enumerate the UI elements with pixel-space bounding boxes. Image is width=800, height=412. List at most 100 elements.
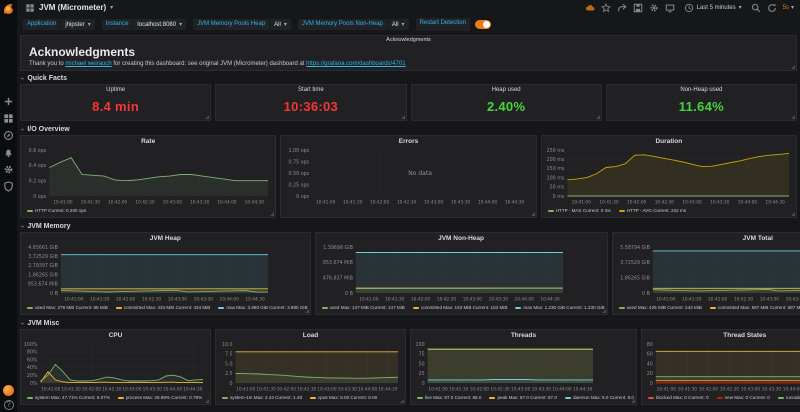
restart-detection-toggle[interactable] [475, 20, 491, 29]
legend-item[interactable]: new Max: 0 Current: 0 [717, 395, 770, 400]
legend-item[interactable]: daemon Max: 9.0 Current: 8.0 [565, 395, 634, 400]
panel-title[interactable]: Errors [283, 137, 533, 146]
panel-acknowledgments: Acknowledgments Acknowledgments Thank yo… [20, 35, 797, 71]
svg-text:0.50 ops: 0.50 ops [289, 171, 310, 177]
cycle-view-icon[interactable] [665, 3, 675, 13]
legend-item[interactable]: used Max: 278 MiB Current: 95 MiB [27, 305, 108, 310]
jvm-total-chart[interactable]: 0 B1.86265 GiB3.72529 GiB5.58794 GiB10:4… [615, 243, 800, 303]
time-picker[interactable]: Last 5 minutes ▾ [681, 2, 745, 14]
duration-chart[interactable]: 0 ms50 ms100 ms150 ms200 ms250 ms10:41:0… [544, 146, 794, 206]
svg-text:10:44:30: 10:44:30 [245, 200, 265, 206]
legend-item[interactable]: HTTP - MAX Current: 0 ms [548, 208, 611, 213]
variable-label: JVM Memory Pools Non-Heap [298, 19, 387, 30]
legend-item[interactable]: live Max: 87.0 Current: 86.0 [417, 395, 481, 400]
row-quick-facts[interactable]: › Quick Facts [21, 73, 797, 83]
panel-title[interactable]: Start time [298, 87, 324, 93]
panel-title[interactable]: Load [218, 331, 403, 340]
variable-jvm-memory-pools-non-heap[interactable]: JVM Memory Pools Non-Heap All▾ [298, 19, 409, 30]
dashboards-icon[interactable] [3, 113, 14, 124]
grafana-logo[interactable] [2, 2, 15, 15]
panel-title[interactable]: Duration [544, 137, 794, 146]
legend-item[interactable]: blocked Max: 0 Current: 0 [648, 395, 709, 400]
share-icon[interactable] [617, 3, 627, 13]
variable-jvm-memory-pools-heap[interactable]: JVM Memory Pools Heap All▾ [193, 19, 291, 30]
alerting-icon[interactable] [3, 147, 14, 158]
legend-item[interactable]: system-1m Max: 2.43 Current: 1.48 [222, 395, 302, 400]
panel-title[interactable]: Thread States [644, 331, 800, 340]
svg-text:10:43:30: 10:43:30 [488, 297, 508, 303]
svg-text:25: 25 [419, 371, 425, 377]
svg-text:10:42:30: 10:42:30 [436, 297, 456, 303]
row-jvm-misc[interactable]: › JVM Misc [21, 318, 797, 328]
panel-title[interactable]: Uptime [106, 87, 125, 93]
panel-title[interactable]: CPU [23, 331, 208, 340]
settings-gear-icon[interactable] [649, 3, 659, 13]
star-icon[interactable] [601, 3, 611, 13]
dashboard-source-link[interactable]: https://grafana.com/dashboards/4701 [306, 61, 405, 67]
refresh-icon[interactable] [767, 3, 777, 13]
legend-item[interactable]: committed Max: 587 MiB Current: 587 MiB [710, 305, 800, 310]
panel-title[interactable]: Threads [413, 331, 634, 340]
legend-item[interactable]: peak Max: 87.0 Current: 87.0 [489, 395, 557, 400]
svg-text:10:41:00: 10:41:00 [428, 387, 448, 393]
svg-text:10:43:00: 10:43:00 [122, 387, 142, 393]
help-icon[interactable]: ? [4, 400, 14, 410]
panel-title[interactable]: Rate [23, 137, 273, 146]
svg-text:40%: 40% [27, 365, 38, 371]
cloud-share-icon[interactable] [585, 3, 595, 13]
svg-text:10:44:30: 10:44:30 [183, 387, 203, 393]
legend-item[interactable]: max Max: 3.880 GiB Current: 3.880 GiB [218, 305, 307, 310]
panel-title[interactable]: Non-Heap used [680, 87, 722, 93]
legend-item[interactable]: system Max: 47.71% Current: 9.07% [27, 395, 110, 400]
svg-text:0: 0 [422, 381, 425, 387]
svg-text:150 ms: 150 ms [546, 166, 564, 172]
errors-chart[interactable]: 0 ops0.25 ops0.50 ops0.75 ops1.00 ops10:… [283, 146, 533, 206]
legend-item[interactable]: runnable Max: 13 Current: 13 [778, 395, 800, 400]
author-link[interactable]: michael weirauch [65, 61, 111, 67]
legend-item[interactable]: used Max: 147 MiB Current: 147 MiB [322, 305, 405, 310]
panel-title[interactable]: Acknowledgments [21, 37, 796, 43]
panel-jvm-total: JVM Total 0 B1.86265 GiB3.72529 GiB5.587… [612, 232, 800, 315]
jvm-heap-chart[interactable]: 0 B953.674 MiB1.86265 GiB2.79397 GiB3.72… [23, 243, 308, 303]
panel-title[interactable]: JVM Heap [23, 234, 308, 243]
configuration-icon[interactable] [3, 164, 14, 175]
panel-title[interactable]: JVM Total [615, 234, 800, 243]
legend-item[interactable]: committed Max: 153 MiB Current: 153 MiB [413, 305, 508, 310]
row-jvm-memory[interactable]: › JVM Memory [21, 221, 797, 231]
save-icon[interactable] [633, 3, 643, 13]
legend-item[interactable]: HTTP - AVG Current: 232 ms [619, 208, 686, 213]
refresh-interval-dropdown[interactable]: 5s ▾ [783, 4, 794, 11]
dashboard-title[interactable]: JVM (Micrometer) [39, 3, 106, 12]
rate-chart[interactable]: 0 ops0.2 ops0.4 ops0.6 ops10:41:0010:41:… [23, 146, 273, 206]
explore-icon[interactable] [3, 130, 14, 141]
legend-item[interactable]: max Max: 1.230 GiB Current: 1.230 GiB [515, 305, 604, 310]
svg-text:0.75 ops: 0.75 ops [289, 159, 310, 165]
acknowledgments-text: Thank you to michael weirauch for creati… [29, 61, 788, 67]
panel-title[interactable]: JVM Non-Heap [318, 234, 605, 243]
user-avatar[interactable] [3, 385, 14, 396]
variable-application[interactable]: Application jhipster▾ [23, 19, 95, 30]
row-title: Quick Facts [27, 75, 67, 82]
server-admin-icon[interactable] [3, 181, 14, 192]
legend-item[interactable]: cpus Max: 8.00 Current: 8.00 [310, 395, 377, 400]
chart-legend: used Max: 278 MiB Current: 95 MiB committ… [23, 303, 308, 312]
jvm-non-heap-chart[interactable]: 0 B476.837 MiB953.674 MiB1.39698 GiB10:4… [318, 243, 605, 303]
zoom-out-icon[interactable] [751, 3, 761, 13]
legend-item[interactable]: HTTP Current: 0.200 ops [27, 208, 86, 213]
cpu-chart[interactable]: 0%20%40%60%80%100%10:41:0010:41:3010:42:… [23, 340, 208, 393]
svg-text:10:43:30: 10:43:30 [710, 200, 730, 206]
panel-title[interactable]: Heap used [492, 87, 521, 93]
time-range-label: Last 5 minutes [697, 5, 736, 11]
create-icon[interactable] [3, 96, 14, 107]
thread-states-chart[interactable]: 02040608010:41:0010:41:3010:42:0010:42:3… [644, 340, 800, 393]
load-chart[interactable]: 02.55.07.510.010:41:0010:41:3010:42:0010… [218, 340, 403, 393]
legend-item[interactable]: process Max: 28.98% Current: 0.79% [118, 395, 202, 400]
legend-item[interactable]: committed Max: 434 MiB Current: 434 MiB [116, 305, 211, 310]
row-io-overview[interactable]: › I/O Overview [21, 124, 797, 134]
dashboard-caret-icon[interactable]: ▾ [110, 4, 113, 11]
variable-instance[interactable]: Instance localhost:8080▾ [102, 19, 186, 30]
panel-errors: Errors 0 ops0.25 ops0.50 ops0.75 ops1.00… [280, 135, 536, 218]
svg-text:5.0: 5.0 [225, 361, 233, 367]
legend-item[interactable]: used Max: 425 MiB Current: 243 MiB [619, 305, 702, 310]
threads-chart[interactable]: 025507510010:41:0010:41:3010:42:0010:42:… [413, 340, 634, 393]
